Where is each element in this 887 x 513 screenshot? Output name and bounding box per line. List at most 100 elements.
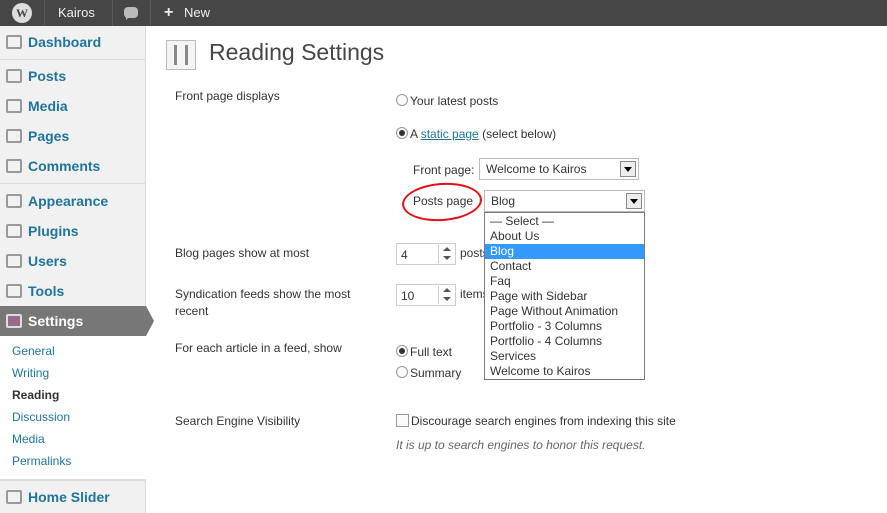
site-name-link[interactable]: Kairos	[58, 0, 95, 26]
menu-pages[interactable]: Pages	[0, 121, 146, 151]
adminbar-divider	[44, 0, 45, 26]
dropdown-option[interactable]: — Select —	[485, 214, 644, 229]
static-page-label: A static page (select below)	[410, 127, 556, 141]
menu-label: Home Slider	[28, 489, 110, 505]
menu-separator	[0, 59, 146, 60]
discourage-search-label[interactable]: Discourage search engines from indexing …	[411, 414, 676, 428]
blog-pages-value: 4	[401, 248, 408, 262]
syndication-value: 10	[401, 289, 415, 303]
plus-icon[interactable]: +	[164, 0, 173, 26]
latest-posts-radio[interactable]	[396, 94, 408, 106]
dropdown-option[interactable]: Faq	[485, 274, 644, 289]
menu-settings[interactable]: Settings	[0, 306, 154, 336]
menu-label: Pages	[28, 128, 70, 144]
menu-label: Posts	[28, 68, 67, 84]
tools-icon	[6, 284, 22, 298]
comment-bubble-icon[interactable]	[124, 7, 138, 20]
submenu-discussion[interactable]: Discussion	[12, 410, 70, 424]
menu-separator	[0, 480, 146, 481]
users-icon	[6, 254, 22, 268]
chevron-down-icon[interactable]	[626, 193, 642, 209]
search-engine-description: It is up to search engines to honor this…	[396, 438, 646, 452]
dropdown-option[interactable]: About Us	[485, 229, 644, 244]
dropdown-option[interactable]: Portfolio - 3 Columns	[485, 319, 644, 334]
pages-icon	[6, 129, 22, 143]
menu-posts[interactable]: Posts	[0, 61, 146, 91]
menu-label: Appearance	[28, 193, 109, 209]
static-prefix: A	[410, 127, 418, 141]
menu-dashboard[interactable]: Dashboard	[0, 27, 146, 57]
adminbar-divider	[150, 0, 151, 26]
blog-pages-input[interactable]: 4	[396, 243, 456, 265]
menu-users[interactable]: Users	[0, 246, 146, 276]
dropdown-option-selected[interactable]: Blog	[485, 244, 644, 259]
front-page-select[interactable]: Welcome to Kairos	[479, 158, 639, 180]
menu-comments[interactable]: Comments	[0, 151, 146, 181]
front-page-label: Front page:	[413, 163, 475, 177]
blog-pages-label: Blog pages show at most	[175, 246, 310, 260]
wordpress-logo-icon[interactable]: W	[12, 3, 32, 23]
appearance-icon	[6, 194, 22, 208]
submenu-permalinks[interactable]: Permalinks	[12, 454, 71, 468]
full-text-label[interactable]: Full text	[410, 345, 452, 359]
menu-label: Tools	[28, 283, 65, 299]
dropdown-option[interactable]: Contact	[485, 259, 644, 274]
adminbar-divider	[112, 0, 113, 26]
spinner-icon[interactable]	[438, 245, 454, 263]
static-page-link[interactable]: static page	[421, 127, 479, 141]
settings-sliders-icon	[166, 40, 196, 70]
slider-icon	[6, 490, 22, 504]
media-icon	[6, 99, 22, 113]
feed-article-label: For each article in a feed, show	[175, 341, 342, 355]
menu-tools[interactable]: Tools	[0, 276, 146, 306]
posts-page-dropdown: — Select — About Us Blog Contact Faq Pag…	[484, 212, 645, 380]
discourage-search-checkbox[interactable]	[396, 414, 409, 427]
chevron-down-icon[interactable]	[620, 161, 636, 177]
dropdown-option[interactable]: Welcome to Kairos	[485, 364, 644, 379]
plugins-icon	[6, 224, 22, 238]
blog-pages-unit: posts	[460, 246, 484, 260]
dropdown-option[interactable]: Page with Sidebar	[485, 289, 644, 304]
menu-label: Plugins	[28, 223, 79, 239]
comments-icon	[6, 159, 22, 173]
menu-label: Settings	[28, 313, 84, 329]
menu-label: Users	[28, 253, 67, 269]
settings-icon	[6, 314, 22, 328]
posts-page-select[interactable]: Blog	[484, 190, 645, 212]
menu-media[interactable]: Media	[0, 91, 146, 121]
summary-radio[interactable]	[396, 366, 408, 378]
dropdown-option[interactable]: Portfolio - 4 Columns	[485, 334, 644, 349]
settings-submenu: General Writing Reading Discussion Media…	[0, 336, 146, 480]
submenu-media[interactable]: Media	[12, 432, 45, 446]
full-text-radio[interactable]	[396, 345, 408, 357]
dropdown-option[interactable]: Page Without Animation	[485, 304, 644, 319]
dropdown-option[interactable]: Services	[485, 349, 644, 364]
menu-separator	[0, 183, 146, 184]
syndication-label-line2: recent	[175, 304, 209, 318]
search-engine-label: Search Engine Visibility	[175, 414, 301, 428]
admin-sidebar: Dashboard Posts Media Pages Comments App…	[0, 26, 154, 513]
front-page-displays-label: Front page displays	[175, 89, 280, 103]
static-page-radio[interactable]	[396, 127, 408, 139]
pin-icon	[6, 69, 22, 83]
page-title: Reading Settings	[209, 39, 385, 65]
submenu-general[interactable]: General	[12, 344, 55, 358]
syndication-label-line1: Syndication feeds show the most	[175, 287, 351, 301]
annotation-circle	[400, 180, 484, 224]
menu-label: Comments	[28, 158, 101, 174]
menu-plugins[interactable]: Plugins	[0, 216, 146, 246]
dashboard-icon	[6, 35, 22, 49]
posts-page-value: Blog	[491, 194, 516, 208]
submenu-reading[interactable]: Reading	[12, 388, 59, 402]
latest-posts-label[interactable]: Your latest posts	[410, 94, 498, 108]
summary-label[interactable]: Summary	[410, 366, 461, 380]
spinner-icon[interactable]	[438, 286, 454, 304]
admin-bar: W Kairos + New	[0, 0, 887, 26]
menu-label: Dashboard	[28, 34, 102, 50]
menu-appearance[interactable]: Appearance	[0, 186, 146, 216]
submenu-writing[interactable]: Writing	[12, 366, 49, 380]
new-content-link[interactable]: New	[184, 0, 210, 26]
menu-label: Media	[28, 98, 68, 114]
menu-home-slider[interactable]: Home Slider	[0, 482, 146, 512]
syndication-input[interactable]: 10	[396, 284, 456, 306]
